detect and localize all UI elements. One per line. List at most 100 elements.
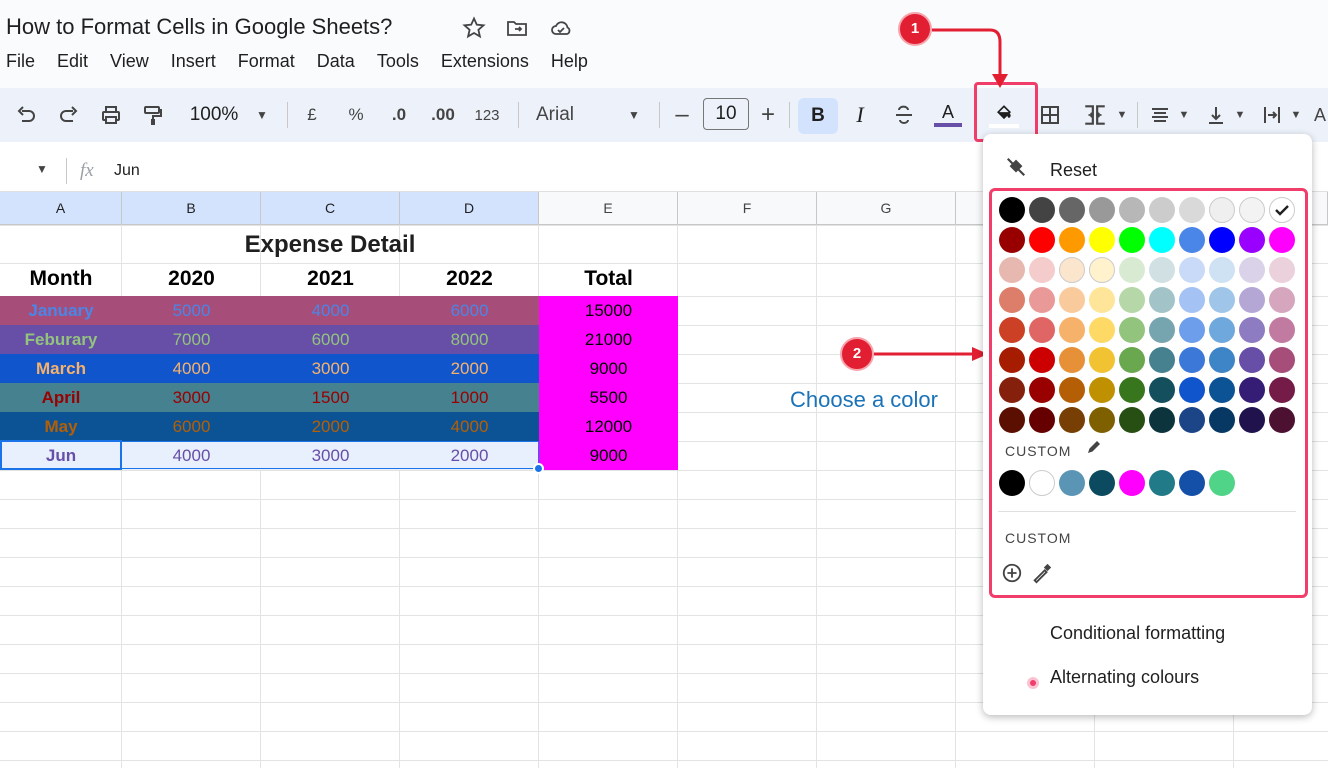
menu-view[interactable]: View: [110, 51, 149, 73]
align-icon[interactable]: [1148, 100, 1172, 130]
value-cell[interactable]: 3000: [122, 383, 261, 412]
cloud-saved-icon[interactable]: [549, 16, 573, 40]
decrease-font-size-button[interactable]: –: [671, 100, 693, 130]
menu-help[interactable]: Help: [551, 51, 588, 73]
value-cell[interactable]: 4000: [261, 296, 400, 325]
column-header-e[interactable]: E: [539, 192, 678, 225]
active-cell-outline: [0, 440, 122, 470]
value-cell[interactable]: 6000: [122, 412, 261, 441]
header-2021[interactable]: 2021: [261, 263, 400, 295]
name-box-dropdown-icon[interactable]: ▼: [36, 162, 48, 176]
text-wrap-icon[interactable]: [1260, 100, 1284, 130]
bold-button[interactable]: B: [798, 98, 838, 134]
number-format-button[interactable]: 123: [472, 100, 502, 130]
menu-file[interactable]: File: [6, 51, 35, 73]
column-header-b[interactable]: B: [122, 192, 261, 225]
month-cell[interactable]: April: [0, 383, 122, 412]
value-cell[interactable]: 6000: [261, 325, 400, 354]
conditional-formatting-item[interactable]: Conditional formatting: [1050, 623, 1225, 644]
chevron-down-icon[interactable]: ▼: [252, 100, 272, 130]
percent-button[interactable]: %: [344, 100, 368, 130]
zoom-select[interactable]: 100%: [186, 100, 242, 130]
column-header-c[interactable]: C: [261, 192, 400, 225]
column-header-a[interactable]: A: [0, 192, 122, 225]
chevron-down-icon[interactable]: ▼: [1288, 100, 1304, 130]
move-folder-icon[interactable]: [505, 16, 529, 40]
increase-decimal-button[interactable]: .00: [428, 100, 458, 130]
toolbar-divider: [518, 102, 519, 128]
increase-font-size-button[interactable]: +: [757, 100, 779, 130]
menu-insert[interactable]: Insert: [171, 51, 216, 73]
sheet-title[interactable]: Expense Detail: [0, 227, 660, 263]
merge-cells-icon[interactable]: [1082, 100, 1108, 130]
month-cell[interactable]: March: [0, 354, 122, 383]
document-title[interactable]: How to Format Cells in Google Sheets?: [6, 14, 392, 40]
month-cell[interactable]: May: [0, 412, 122, 441]
vertical-align-icon[interactable]: [1204, 100, 1228, 130]
total-cell[interactable]: 15000: [539, 296, 678, 325]
column-header-g[interactable]: G: [817, 192, 956, 225]
borders-icon[interactable]: [1038, 100, 1062, 130]
formula-input[interactable]: Jun: [114, 162, 140, 180]
menu-format[interactable]: Format: [238, 51, 295, 73]
chevron-down-icon[interactable]: ▼: [1114, 100, 1130, 130]
palette-highlight: [989, 188, 1308, 598]
value-cell[interactable]: 1000: [400, 383, 539, 412]
fill-handle[interactable]: [533, 463, 544, 474]
chevron-down-icon[interactable]: ▼: [1232, 100, 1248, 130]
header-total[interactable]: Total: [539, 263, 678, 295]
value-cell[interactable]: 7000: [122, 325, 261, 354]
total-cell[interactable]: 21000: [539, 325, 678, 354]
star-icon[interactable]: [462, 16, 486, 40]
menu-edit[interactable]: Edit: [57, 51, 88, 73]
menu-tools[interactable]: Tools: [377, 51, 419, 73]
value-cell[interactable]: 8000: [400, 325, 539, 354]
total-cell[interactable]: 9000: [539, 441, 678, 470]
redo-icon[interactable]: [57, 100, 81, 130]
month-cell[interactable]: January: [0, 296, 122, 325]
total-cell[interactable]: 9000: [539, 354, 678, 383]
chevron-down-icon[interactable]: ▼: [1176, 100, 1192, 130]
undo-icon[interactable]: [14, 100, 38, 130]
value-cell[interactable]: 2000: [261, 412, 400, 441]
reset-button[interactable]: Reset: [1050, 160, 1097, 181]
choose-color-label: Choose a color: [790, 387, 938, 412]
formula-divider: [66, 158, 67, 184]
total-cell[interactable]: 5500: [539, 383, 678, 412]
grid-row-line: [0, 760, 1328, 761]
text-rotation-icon[interactable]: A: [1312, 100, 1328, 130]
value-cell[interactable]: 4000: [400, 412, 539, 441]
header-2020[interactable]: 2020: [122, 263, 261, 295]
total-cell[interactable]: 12000: [539, 412, 678, 441]
value-cell[interactable]: 2000: [400, 354, 539, 383]
alternating-colours-item[interactable]: Alternating colours: [1050, 667, 1199, 688]
header-month[interactable]: Month: [0, 263, 122, 295]
currency-button[interactable]: £: [302, 100, 322, 130]
text-color-button[interactable]: A: [934, 100, 962, 130]
grid-column-line: [955, 225, 956, 768]
menu-extensions[interactable]: Extensions: [441, 51, 529, 73]
header-2022[interactable]: 2022: [400, 263, 539, 295]
strikethrough-icon[interactable]: [892, 100, 916, 130]
column-header-f[interactable]: F: [678, 192, 817, 225]
menu-data[interactable]: Data: [317, 51, 355, 73]
value-cell[interactable]: 6000: [400, 296, 539, 325]
print-icon[interactable]: [99, 100, 123, 130]
font-size-input[interactable]: 10: [703, 98, 749, 130]
fx-icon: fx: [80, 160, 94, 181]
text-color-bar: [934, 123, 962, 127]
reset-color-icon[interactable]: [1005, 156, 1027, 178]
font-select[interactable]: Arial: [536, 100, 596, 130]
paint-format-icon[interactable]: [141, 100, 165, 130]
value-cell[interactable]: 5000: [122, 296, 261, 325]
value-cell[interactable]: 4000: [122, 354, 261, 383]
column-header-d[interactable]: D: [400, 192, 539, 225]
grid-column-line: [816, 225, 817, 768]
chevron-down-icon[interactable]: ▼: [624, 100, 644, 130]
value-cell[interactable]: 1500: [261, 383, 400, 412]
value-cell[interactable]: 3000: [261, 354, 400, 383]
step-badge-2: 2: [840, 337, 874, 371]
month-cell[interactable]: Feburary: [0, 325, 122, 354]
decrease-decimal-button[interactable]: .0: [384, 100, 414, 130]
italic-button[interactable]: I: [850, 100, 870, 130]
